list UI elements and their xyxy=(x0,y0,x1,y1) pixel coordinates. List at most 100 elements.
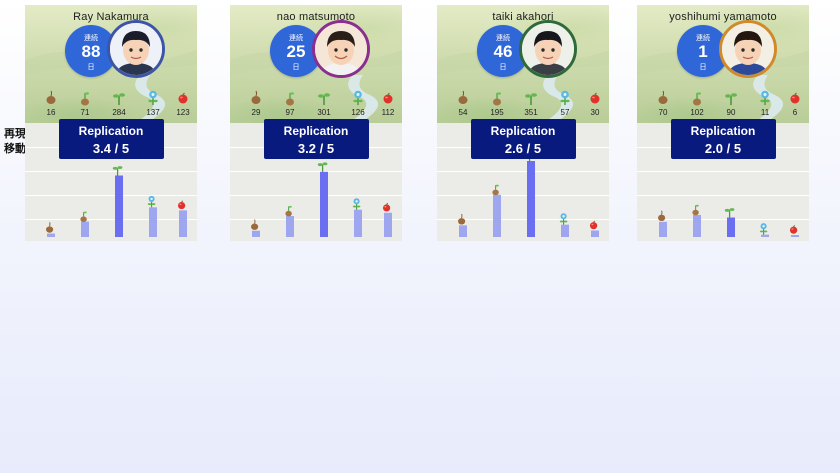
stage-count: 123 xyxy=(176,108,190,117)
user-banner: taiki akahori 連続 46 日 54 195 351 57 30 xyxy=(437,5,609,123)
seed-icon-marker xyxy=(46,222,54,233)
stage-bar xyxy=(693,214,701,237)
stage-bar xyxy=(459,225,467,237)
stage-bar xyxy=(761,234,769,237)
user-banner: nao matsumoto 連続 25 日 29 97 301 126 112 xyxy=(230,5,402,123)
replication-label: Replication xyxy=(490,124,556,138)
stage-count: 71 xyxy=(80,108,90,117)
replication-label: Replication xyxy=(690,124,756,138)
red-fruit-icon xyxy=(788,90,802,106)
replication-badge: Replication 2.0 / 5 xyxy=(670,119,776,159)
stage-icons-row xyxy=(37,90,188,108)
stage-icons-row xyxy=(649,90,800,108)
stage-bar xyxy=(384,212,392,237)
stage-bar xyxy=(286,215,294,237)
seedling-icon xyxy=(317,90,331,106)
user-name: nao matsumoto xyxy=(276,11,356,23)
user-banner: Ray Nakamura 連続 88 日 16 71 284 137 123 xyxy=(25,5,197,123)
stage-count: 126 xyxy=(351,108,365,117)
user-card: yoshihumi yamamoto 連続 1 日 70 102 90 11 6 Rep… xyxy=(637,5,809,241)
seedling-icon xyxy=(112,90,126,106)
user-name: yoshihumi yamamoto xyxy=(669,11,777,23)
stage-count: 54 xyxy=(458,108,468,117)
stage-bar xyxy=(47,233,55,237)
red-fruit-icon-marker xyxy=(790,225,798,234)
seed-icon-marker xyxy=(251,219,259,230)
stage-icons-row xyxy=(242,90,393,108)
blue-flower-icon xyxy=(351,90,365,106)
seed-icon xyxy=(249,90,263,106)
user-banner: yoshihumi yamamoto 連続 1 日 70 102 90 11 6 xyxy=(637,5,809,123)
stage-bar xyxy=(527,161,535,237)
seed-icon xyxy=(456,90,470,106)
stage-bar xyxy=(81,221,89,237)
blue-flower-icon xyxy=(146,90,160,106)
stage-bar xyxy=(659,221,667,237)
blue-flower-icon-marker xyxy=(147,195,156,208)
seed-icon xyxy=(656,90,670,106)
stage-bar xyxy=(727,217,735,237)
red-fruit-icon-marker xyxy=(590,220,598,230)
replication-score: 3.4 / 5 xyxy=(92,141,130,156)
red-fruit-icon xyxy=(381,90,395,106)
replication-score: 3.2 / 5 xyxy=(297,141,335,156)
stage-count: 351 xyxy=(524,108,538,117)
blue-flower-icon-marker xyxy=(559,213,568,225)
streak-unit: 日 xyxy=(499,64,507,71)
stage-count: 70 xyxy=(658,108,668,117)
stage-bar xyxy=(149,207,157,237)
red-fruit-icon xyxy=(176,90,190,106)
user-card: nao matsumoto 連続 25 日 29 97 301 126 112 Repl… xyxy=(230,5,402,241)
replication-score: 2.0 / 5 xyxy=(704,141,742,156)
streak-unit: 日 xyxy=(292,64,300,71)
stage-bar xyxy=(493,194,501,237)
sprout-icon-marker xyxy=(80,211,87,223)
blue-flower-icon xyxy=(558,90,572,106)
stage-count: 301 xyxy=(317,108,331,117)
stage-bar xyxy=(561,224,569,237)
stage-count: 29 xyxy=(251,108,261,117)
seed-icon-marker xyxy=(658,210,666,222)
user-name: Ray Nakamura xyxy=(73,11,149,23)
sprout-icon-marker xyxy=(285,205,292,217)
sprout-icon-marker xyxy=(492,184,499,196)
blue-flower-icon xyxy=(758,90,772,106)
sprout-icon xyxy=(78,90,92,106)
stage-count: 112 xyxy=(381,108,395,117)
stage-count: 6 xyxy=(792,108,798,117)
user-card: taiki akahori 連続 46 日 54 195 351 57 30 Repli… xyxy=(437,5,609,241)
stage-count: 195 xyxy=(490,108,504,117)
stage-bar xyxy=(252,230,260,237)
stage-bar xyxy=(791,235,799,237)
replication-score: 2.6 / 5 xyxy=(504,141,542,156)
seed-icon xyxy=(44,90,58,106)
seedling-icon xyxy=(524,90,538,106)
red-fruit-icon-marker xyxy=(383,202,391,212)
avatar xyxy=(107,20,165,78)
replication-badge: Replication 2.6 / 5 xyxy=(470,119,576,159)
blue-flower-icon-marker xyxy=(759,223,768,235)
sprout-icon xyxy=(690,90,704,106)
replication-badge: Replication 3.4 / 5 xyxy=(58,119,164,159)
replication-label: Replication xyxy=(78,124,144,138)
stage-count: 97 xyxy=(285,108,295,117)
user-name: taiki akahori xyxy=(492,11,554,23)
replication-badge: Replication 3.2 / 5 xyxy=(263,119,369,159)
streak-unit: 日 xyxy=(699,64,707,71)
stage-bar xyxy=(179,210,187,237)
seedling-icon-marker xyxy=(317,162,328,172)
stage-count: 11 xyxy=(760,108,770,117)
avatar xyxy=(519,20,577,78)
seed-icon-marker xyxy=(458,213,466,225)
sprout-icon-marker xyxy=(692,204,699,216)
stage-count: 30 xyxy=(590,108,600,117)
stage-bar xyxy=(115,175,123,237)
stage-count: 102 xyxy=(690,108,704,117)
stage-count: 57 xyxy=(560,108,570,117)
stage-bar xyxy=(320,171,328,237)
stage-bar xyxy=(591,230,599,237)
stage-icons-row xyxy=(449,90,600,108)
stage-count: 137 xyxy=(146,108,160,117)
stage-count: 284 xyxy=(112,108,126,117)
seedling-icon-marker xyxy=(724,208,735,218)
